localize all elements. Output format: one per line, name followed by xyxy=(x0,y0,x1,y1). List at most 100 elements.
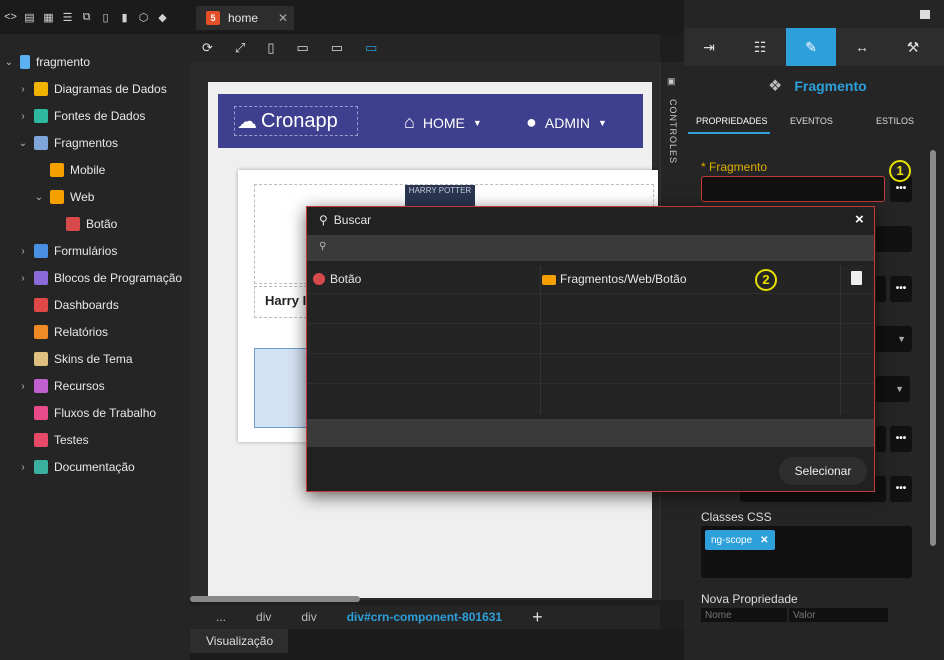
tree-item[interactable]: › Documentação xyxy=(18,456,135,478)
import-icon[interactable]: ⇥ xyxy=(684,28,734,66)
chevron-down-icon[interactable]: ⌄ xyxy=(34,192,44,203)
tree-item[interactable]: › Recursos xyxy=(18,375,105,397)
tree-item[interactable]: Fluxos de Trabalho xyxy=(18,402,156,424)
reports-icon xyxy=(34,325,48,339)
folder-icon xyxy=(50,190,64,204)
new-property-name-input[interactable] xyxy=(701,608,787,622)
tab-eventos[interactable]: EVENTOS xyxy=(790,116,833,126)
css-tag[interactable]: ng-scope ✕ xyxy=(705,530,775,550)
tree-item[interactable]: Relatórios xyxy=(18,321,108,343)
sitemap-icon[interactable]: ⧉ xyxy=(80,10,93,24)
horizontal-scrollbar[interactable] xyxy=(190,596,360,602)
preview-logo[interactable]: ☁ Cronapp xyxy=(234,106,358,136)
select-field[interactable]: ▼ xyxy=(876,326,912,352)
desktop-view-icon[interactable]: ▭ xyxy=(331,40,343,56)
select-field[interactable]: ▼ xyxy=(876,376,910,402)
dialog-header: ⚲ Buscar xyxy=(307,207,874,233)
tree-item[interactable]: Botão xyxy=(50,213,117,235)
tree-item[interactable]: › Diagramas de Dados xyxy=(18,78,167,100)
tree-item[interactable]: Skins de Tema xyxy=(18,348,133,370)
more-button[interactable]: ••• xyxy=(890,476,912,502)
tree-item-label: Documentação xyxy=(54,460,135,474)
resources-icon xyxy=(34,379,48,393)
property-field[interactable] xyxy=(876,226,912,252)
more-button[interactable]: ••• xyxy=(890,276,912,302)
editor-tab-bar: 5 home ✕ xyxy=(190,0,684,34)
wide-view-icon[interactable]: ▭ xyxy=(365,40,377,56)
tree-item-label: Dashboards xyxy=(54,298,119,312)
dashboards-icon xyxy=(34,298,48,312)
breadcrumb-item[interactable]: div xyxy=(301,610,316,624)
refresh-icon[interactable]: ⟳ xyxy=(202,40,213,56)
tree-item[interactable]: › Formulários xyxy=(18,240,117,262)
preview-navbar[interactable]: ☁ Cronapp ⌂ HOME ▼ ● ADMIN ▼ xyxy=(218,94,643,148)
forms-icon xyxy=(34,244,48,258)
pencil-icon[interactable]: ✎ xyxy=(786,28,836,66)
breadcrumb-item[interactable]: div xyxy=(256,610,271,624)
tree-item[interactable]: Dashboards xyxy=(18,294,119,316)
table-row[interactable]: Botão Fragmentos/Web/Botão xyxy=(307,265,874,293)
code-icon[interactable]: <> xyxy=(4,10,17,24)
select-button[interactable]: Selecionar xyxy=(779,457,867,485)
datasource-icon xyxy=(34,109,48,123)
chevron-right-icon[interactable]: › xyxy=(18,462,28,473)
add-icon[interactable]: + xyxy=(532,607,543,628)
chevron-right-icon[interactable]: › xyxy=(18,246,28,257)
file-icon[interactable]: ▤ xyxy=(23,10,36,24)
breadcrumb-item[interactable]: ... xyxy=(216,610,226,624)
more-button[interactable]: ••• xyxy=(890,426,912,452)
property-field[interactable] xyxy=(876,426,886,452)
tree-item[interactable]: ⌄ Web xyxy=(34,186,94,208)
tab-propriedades[interactable]: PROPRIEDADES xyxy=(696,116,768,126)
tree-item-label: Fluxos de Trabalho xyxy=(54,406,157,420)
remove-tag-icon[interactable]: ✕ xyxy=(760,535,768,546)
tree-item[interactable]: › Fontes de Dados xyxy=(18,105,145,127)
tab-visualizacao[interactable]: Visualização xyxy=(190,629,288,653)
mobile-icon[interactable]: ▯ xyxy=(99,10,112,24)
chevron-right-icon[interactable]: › xyxy=(18,84,28,95)
resize-icon[interactable]: ↔ xyxy=(837,28,887,66)
result-path: Fragmentos/Web/Botão xyxy=(560,272,687,286)
css-classes-input[interactable]: ng-scope ✕ xyxy=(701,526,912,578)
tree-item-label: Testes xyxy=(54,433,89,447)
tree-item[interactable]: ⌄ Fragmentos xyxy=(18,132,118,154)
phone-icon[interactable]: ▮ xyxy=(118,10,131,24)
nav-admin[interactable]: ● ADMIN ▼ xyxy=(526,112,607,133)
list-icon[interactable]: ☰ xyxy=(61,10,74,24)
tree-icon[interactable]: ☷ xyxy=(735,28,785,66)
tablet-view-icon[interactable]: ▭ xyxy=(296,40,308,56)
tab-estilos[interactable]: ESTILOS xyxy=(876,116,914,126)
html5-icon[interactable]: ⬡ xyxy=(137,10,150,24)
tree-item-label: Skins de Tema xyxy=(54,352,133,366)
expand-icon[interactable]: ⤢ xyxy=(235,40,245,56)
tree-root[interactable]: ⌄ fragmento xyxy=(4,51,90,73)
row-divider xyxy=(307,323,874,324)
chevron-down-icon[interactable]: ⌄ xyxy=(4,57,14,68)
file-open-icon[interactable] xyxy=(851,271,862,285)
search-input[interactable]: ⚲ xyxy=(307,235,874,261)
nav-home[interactable]: ⌂ HOME ▼ xyxy=(404,112,482,133)
mobile-view-icon[interactable]: ▯ xyxy=(267,40,274,56)
close-icon[interactable]: ✕ xyxy=(278,11,288,25)
fragment-field[interactable] xyxy=(701,176,885,202)
nav-home-label: HOME xyxy=(422,114,465,131)
tab-home[interactable]: 5 home ✕ xyxy=(196,6,294,30)
dialog-close-button[interactable]: × xyxy=(855,211,864,228)
tree-item[interactable]: Mobile xyxy=(34,159,105,181)
chevron-right-icon[interactable]: › xyxy=(18,273,28,284)
cube-icon[interactable]: ◆ xyxy=(156,10,169,24)
tree-item[interactable]: Testes xyxy=(18,429,89,451)
layout-icon[interactable]: ▦ xyxy=(42,10,55,24)
property-field[interactable] xyxy=(876,276,886,302)
tools-icon[interactable]: ⚒ xyxy=(888,28,938,66)
tree-item-label: Web xyxy=(70,190,95,204)
panel-scrollbar[interactable] xyxy=(930,150,936,546)
chevron-down-icon[interactable]: ⌄ xyxy=(18,138,28,149)
new-property-value-input[interactable] xyxy=(789,608,888,622)
tree-item[interactable]: › Blocos de Programação xyxy=(18,267,182,289)
chevron-right-icon[interactable]: › xyxy=(18,111,28,122)
breadcrumb-item-active[interactable]: div#crn-component-801631 xyxy=(347,610,502,624)
chevron-right-icon[interactable]: › xyxy=(18,381,28,392)
panel-toolbar: ⇥ ☷ ✎ ↔ ⚒ xyxy=(684,28,944,66)
maximize-icon[interactable] xyxy=(920,10,930,19)
